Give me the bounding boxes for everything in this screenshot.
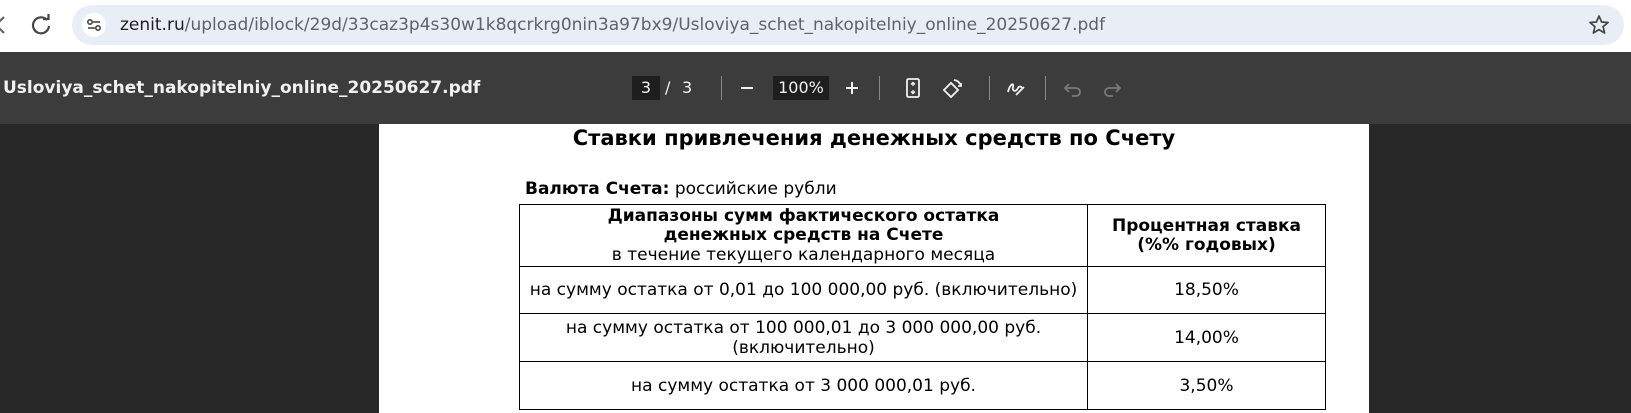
fit-page-icon[interactable] <box>899 74 927 102</box>
pdf-toolbar: Usloviya_schet_nakopitelniy_online_20250… <box>0 52 1631 124</box>
draw-icon[interactable] <box>1002 74 1030 102</box>
range-cell: на сумму остатка от 3 000 000,01 руб. <box>519 361 1088 410</box>
url-domain: zenit.ru <box>120 15 185 35</box>
rate-cell: 18,50% <box>1087 266 1326 314</box>
plus-icon[interactable] <box>838 74 866 102</box>
header-range-line1: Диапазоны сумм фактического остатка <box>607 205 1000 226</box>
redo-icon[interactable] <box>1098 74 1126 102</box>
url-path: /upload/iblock/29d/33caz3p4s30w1k8qcrkrg… <box>184 15 1106 35</box>
back-arrow-icon[interactable] <box>0 12 12 38</box>
toolbar-divider <box>1045 76 1046 100</box>
range-line1: на сумму остатка от 100 000,01 до 3 000 … <box>565 317 1042 338</box>
zoom-input[interactable]: 100% <box>773 76 829 100</box>
range-cell: на сумму остатка от 100 000,01 до 3 000 … <box>519 313 1088 362</box>
rate-cell: 14,00% <box>1087 313 1326 362</box>
header-rate: Процентная ставка (%% годовых) <box>1087 204 1326 267</box>
header-rate-line1: Процентная ставка <box>1111 215 1302 236</box>
rates-table: Диапазоны сумм фактического остатка дене… <box>519 204 1326 410</box>
undo-icon[interactable] <box>1059 74 1087 102</box>
range-cell: на сумму остатка от 0,01 до 100 000,00 р… <box>519 266 1088 314</box>
page-separator: / <box>665 78 671 97</box>
document-title: Usloviya_schet_nakopitelniy_online_20250… <box>3 78 481 98</box>
currency-label: Валюта Счета: <box>525 179 670 199</box>
reload-icon[interactable] <box>28 12 54 38</box>
toolbar-divider <box>721 76 722 100</box>
header-rate-line2: (%% годовых) <box>1137 234 1276 255</box>
table-row: на сумму остатка от 3 000 000,01 руб. 3,… <box>519 361 1326 410</box>
page-number-input[interactable]: 3 <box>632 76 660 100</box>
pdf-page: Ставки привлечения денежных средств по С… <box>379 124 1369 413</box>
header-range-line2: денежных средств на Счете <box>663 224 944 245</box>
table-header-row: Диапазоны сумм фактического остатка дене… <box>519 204 1326 267</box>
rate-cell: 3,50% <box>1087 361 1326 410</box>
toolbar-divider <box>879 76 880 100</box>
browser-toolbar: zenit.ru/upload/iblock/29d/33caz3p4s30w1… <box>0 0 1631 52</box>
currency-value: российские рубли <box>674 179 837 199</box>
table-row: на сумму остатка от 0,01 до 100 000,00 р… <box>519 266 1326 314</box>
currency-line: Валюта Счета: российские рубли <box>525 179 837 199</box>
minus-icon[interactable] <box>733 74 761 102</box>
pdf-viewer[interactable]: Ставки привлечения денежных средств по С… <box>0 124 1631 413</box>
header-range: Диапазоны сумм фактического остатка дене… <box>519 204 1088 267</box>
page-total: 3 <box>682 78 693 97</box>
header-range-line3: в течение текущего календарного месяца <box>611 244 996 265</box>
toolbar-divider <box>989 76 990 100</box>
star-icon[interactable] <box>1588 14 1610 36</box>
address-bar[interactable]: zenit.ru/upload/iblock/29d/33caz3p4s30w1… <box>72 5 1624 45</box>
table-row: на сумму остатка от 100 000,01 до 3 000 … <box>519 313 1326 362</box>
page-heading: Ставки привлечения денежных средств по С… <box>572 126 1176 150</box>
site-info-icon[interactable] <box>82 13 106 37</box>
range-line2: (включительно) <box>732 337 875 358</box>
rotate-icon[interactable] <box>939 74 967 102</box>
url-text[interactable]: zenit.ru/upload/iblock/29d/33caz3p4s30w1… <box>120 5 1105 45</box>
